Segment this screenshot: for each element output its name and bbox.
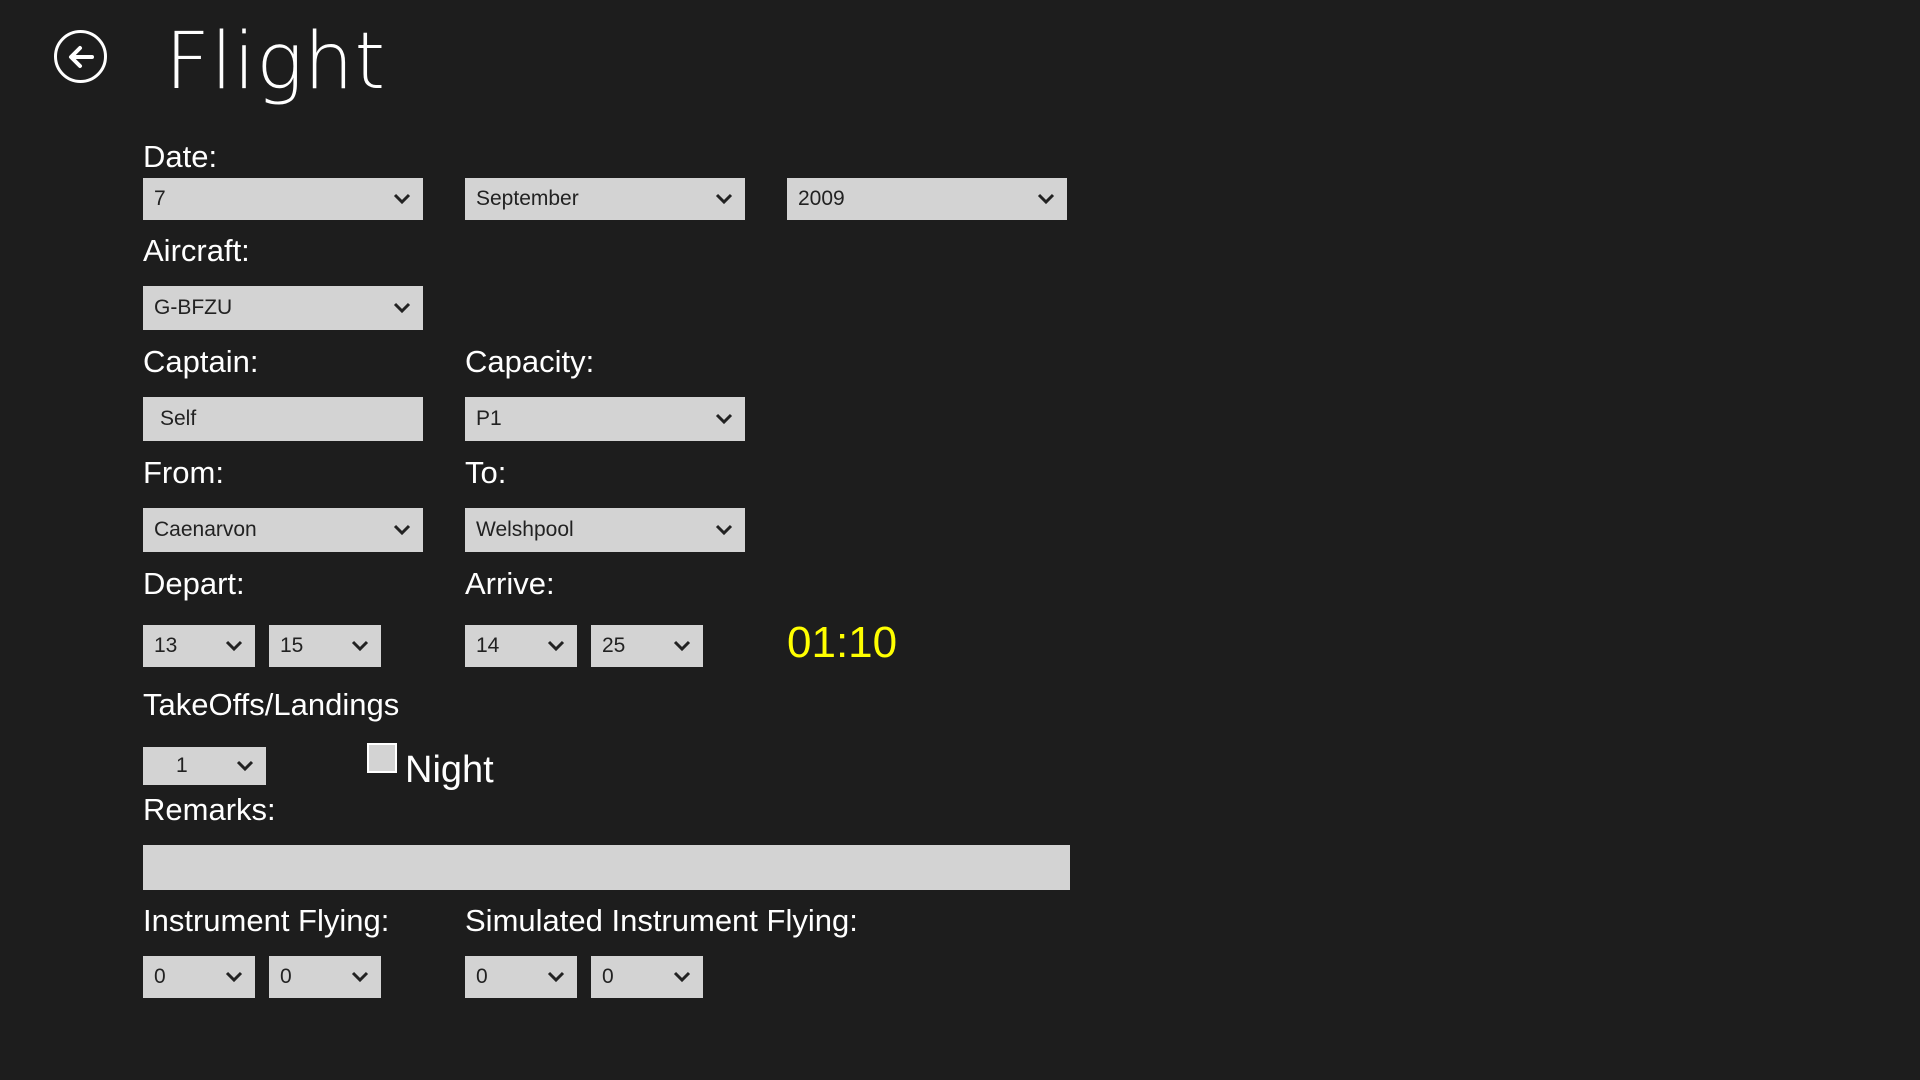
captain-label: Captain: <box>143 344 259 379</box>
arrive-label: Arrive: <box>465 566 555 601</box>
depart-minute-value: 15 <box>280 634 304 657</box>
takeoffs-value: 1 <box>176 754 188 777</box>
capacity-value: P1 <box>476 407 502 430</box>
aircraft-select[interactable]: G-BFZU <box>143 286 423 330</box>
arrive-hour-select[interactable]: 14 <box>465 625 577 667</box>
chevron-down-icon <box>715 524 733 536</box>
date-year-value: 2009 <box>798 187 845 210</box>
sim-instrument-hours-value: 0 <box>476 965 488 988</box>
chevron-down-icon <box>351 640 369 652</box>
aircraft-value: G-BFZU <box>154 296 233 319</box>
date-day-select[interactable]: 7 <box>143 178 423 220</box>
captain-input[interactable]: Self <box>143 397 423 441</box>
aircraft-label: Aircraft: <box>143 233 250 268</box>
from-value: Caenarvon <box>154 518 257 541</box>
arrive-hour-value: 14 <box>476 634 500 657</box>
date-month-select[interactable]: September <box>465 178 745 220</box>
chevron-down-icon <box>351 971 369 983</box>
chevron-down-icon <box>393 302 411 314</box>
instrument-minutes-value: 0 <box>280 965 292 988</box>
chevron-down-icon <box>225 971 243 983</box>
takeoffs-label: TakeOffs/Landings <box>143 687 400 722</box>
from-label: From: <box>143 455 224 490</box>
chevron-down-icon <box>225 640 243 652</box>
from-select[interactable]: Caenarvon <box>143 508 423 552</box>
instrument-hours-select[interactable]: 0 <box>143 956 255 998</box>
chevron-down-icon <box>236 760 254 772</box>
sim-instrument-hours-select[interactable]: 0 <box>465 956 577 998</box>
chevron-down-icon <box>715 193 733 205</box>
chevron-down-icon <box>547 971 565 983</box>
arrive-minute-select[interactable]: 25 <box>591 625 703 667</box>
depart-minute-select[interactable]: 15 <box>269 625 381 667</box>
chevron-down-icon <box>715 413 733 425</box>
night-label: Night <box>405 749 494 791</box>
chevron-down-icon <box>673 640 691 652</box>
chevron-down-icon <box>547 640 565 652</box>
depart-hour-select[interactable]: 13 <box>143 625 255 667</box>
capacity-select[interactable]: P1 <box>465 397 745 441</box>
arrow-left-icon <box>68 45 94 68</box>
takeoffs-select[interactable]: 1 <box>143 747 266 785</box>
date-month-value: September <box>476 187 579 210</box>
to-select[interactable]: Welshpool <box>465 508 745 552</box>
instrument-flying-label: Instrument Flying: <box>143 903 390 938</box>
arrive-minute-value: 25 <box>602 634 626 657</box>
remarks-label: Remarks: <box>143 792 276 827</box>
to-label: To: <box>465 455 507 490</box>
night-checkbox[interactable] <box>367 743 397 773</box>
sim-instrument-flying-label: Simulated Instrument Flying: <box>465 903 858 938</box>
instrument-hours-value: 0 <box>154 965 166 988</box>
to-value: Welshpool <box>476 518 574 541</box>
flight-duration: 01:10 <box>787 618 898 667</box>
chevron-down-icon <box>1037 193 1055 205</box>
page-title: Flight <box>165 17 387 107</box>
chevron-down-icon <box>393 524 411 536</box>
date-day-value: 7 <box>154 187 166 210</box>
sim-instrument-minutes-value: 0 <box>602 965 614 988</box>
instrument-minutes-select[interactable]: 0 <box>269 956 381 998</box>
date-year-select[interactable]: 2009 <box>787 178 1067 220</box>
back-button[interactable] <box>54 30 107 83</box>
sim-instrument-minutes-select[interactable]: 0 <box>591 956 703 998</box>
chevron-down-icon <box>393 193 411 205</box>
remarks-input[interactable] <box>143 845 1070 890</box>
depart-hour-value: 13 <box>154 634 178 657</box>
chevron-down-icon <box>673 971 691 983</box>
date-label: Date: <box>143 139 218 174</box>
capacity-label: Capacity: <box>465 344 595 379</box>
depart-label: Depart: <box>143 566 245 601</box>
